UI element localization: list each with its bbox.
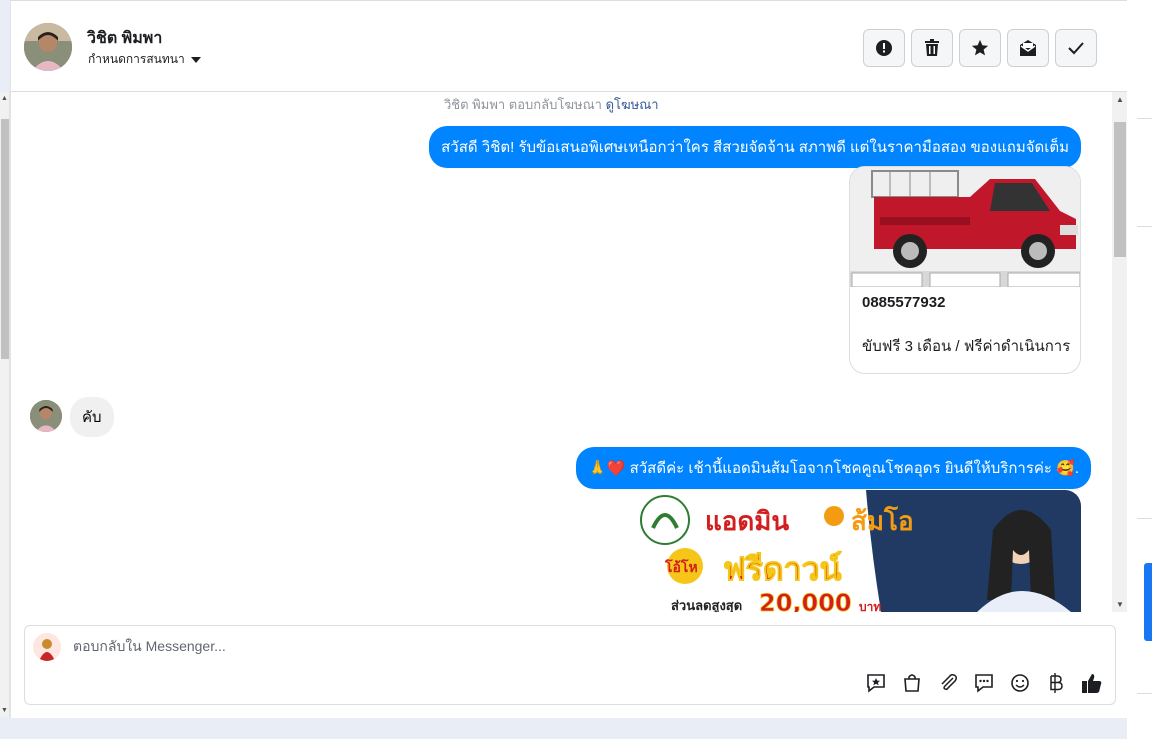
shop-button[interactable]: [901, 672, 923, 694]
banner-free-down: ฟรีดาวน์: [723, 550, 842, 588]
star-icon: [971, 39, 989, 56]
incoming-message: คับ: [70, 397, 114, 437]
message-thread[interactable]: วิชิต พิมพา ตอบกลับโฆษณา ดูโฆษณา สวัสดี …: [11, 92, 1112, 612]
attach-button[interactable]: [937, 672, 959, 694]
floating-action-tab[interactable]: [1144, 563, 1152, 641]
scroll-down-arrow-icon[interactable]: ▼: [1, 707, 8, 714]
view-ad-link[interactable]: ดูโฆษณา: [606, 97, 659, 112]
pray-heart-emoji: 🙏❤️: [588, 460, 626, 477]
banner-discount-amount: 20,000: [759, 589, 852, 612]
mark-unread-icon: [1020, 40, 1036, 56]
ad-reply-text: วิชิต พิมพา ตอบกลับโฆษณา: [444, 97, 602, 112]
divider: [1137, 518, 1152, 519]
emoji-button[interactable]: [1009, 672, 1031, 694]
right-sidebar-edge: [1127, 0, 1152, 739]
thread-scroll-down-icon[interactable]: ▼: [1116, 600, 1124, 609]
truck-image: [850, 167, 1080, 288]
greeting-text: สวัสดีค่ะ เช้านี้แอดมินส้มโอจากโชคคูณโชค…: [629, 460, 1052, 477]
message-composer: [24, 625, 1116, 705]
outgoing-message: สวัสดี วิชิต! รับข้อเสนอพิเศษเหนือกว่าใค…: [429, 126, 1081, 168]
banner-title-name: ส้มโอ: [851, 505, 914, 537]
conversation-panel: วิชิต พิมพา กำหนดการสนทนา วิชิต พิมพา ตอ…: [10, 0, 1128, 718]
check-icon: [1068, 42, 1084, 55]
divider: [1137, 693, 1152, 694]
emoji-icon: [1011, 674, 1029, 692]
conversation-settings-label: กำหนดการสนทนา: [88, 52, 185, 66]
chat-bubble-icon: [975, 674, 993, 693]
outgoing-message-greeting: 🙏❤️ สวัสดีค่ะ เช้านี้แอดมินส้มโอจากโชคคู…: [576, 447, 1091, 489]
thread-scroll-thumb[interactable]: [1114, 122, 1126, 257]
card-phone: 0885577932: [862, 294, 946, 311]
spam-icon: [876, 40, 892, 56]
contact-avatar[interactable]: [24, 23, 72, 71]
quick-replies-button[interactable]: [973, 672, 995, 694]
mark-spam-button[interactable]: [863, 29, 905, 67]
page-avatar: [33, 633, 61, 661]
attach-icon: [941, 674, 958, 691]
saved-reply-icon: [867, 674, 885, 693]
promo-banner-image[interactable]: แอดมิน ส้มโอ โอ้โห ฟรีดาวน์ ส่วนลดสูงสุด…: [631, 490, 1081, 612]
reply-input[interactable]: [73, 635, 973, 657]
conversation-settings-dropdown[interactable]: กำหนดการสนทนา: [88, 50, 201, 69]
shop-icon: [904, 674, 920, 692]
divider: [1137, 226, 1152, 227]
ad-card[interactable]: 0885577932 ขับฟรี 3 เดือน / ฟรีค่าดำเนิน…: [849, 166, 1081, 374]
divider: [1137, 118, 1152, 119]
trash-icon: [925, 39, 939, 56]
mark-done-button[interactable]: [1055, 29, 1097, 67]
banner-discount-label: ส่วนลดสูงสุด: [671, 599, 742, 612]
like-button[interactable]: [1081, 672, 1103, 694]
baht-icon: [1050, 673, 1063, 693]
banner-currency: บาท: [859, 600, 881, 612]
banner-tag: โอ้โห: [664, 558, 698, 576]
contact-avatar-small: [30, 400, 62, 432]
scroll-up-arrow-icon[interactable]: ▲: [1, 95, 8, 102]
ad-reply-note: วิชิต พิมพา ตอบกลับโฆษณา ดูโฆษณา: [444, 94, 659, 115]
mark-unread-button[interactable]: [1007, 29, 1049, 67]
page-scroll-thumb[interactable]: [1, 119, 9, 359]
composer-tools: [865, 672, 1103, 694]
contact-name: วิชิต พิมพา: [87, 30, 163, 47]
card-description: ขับฟรี 3 เดือน / ฟรีค่าดำเนินการ: [862, 338, 1071, 355]
conversation-header: วิชิต พิมพา กำหนดการสนทนา: [11, 0, 1128, 92]
banner-title-admin: แอดมิน: [705, 507, 789, 537]
smile-hearts-emoji: 🥰.: [1056, 460, 1079, 477]
delete-button[interactable]: [911, 29, 953, 67]
payment-button[interactable]: [1045, 672, 1067, 694]
thread-scroll-up-icon[interactable]: ▲: [1116, 95, 1124, 104]
thread-scrollbar[interactable]: ▲ ▼: [1112, 92, 1128, 612]
caret-down-icon: [190, 56, 201, 63]
page-scrollbar[interactable]: ▲ ▼: [0, 92, 10, 717]
saved-reply-button[interactable]: [865, 672, 887, 694]
like-icon: [1082, 674, 1102, 693]
star-button[interactable]: [959, 29, 1001, 67]
header-actions: [863, 29, 1097, 67]
